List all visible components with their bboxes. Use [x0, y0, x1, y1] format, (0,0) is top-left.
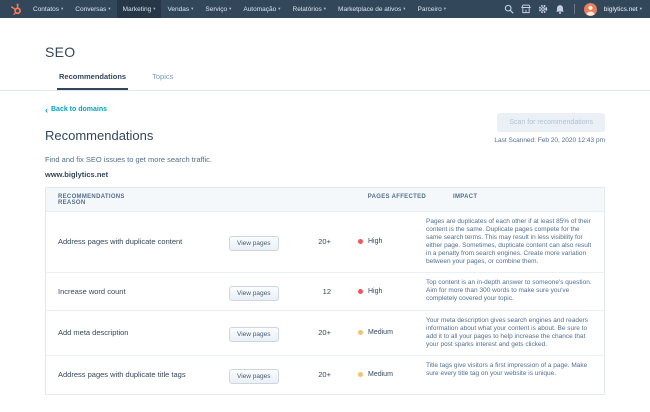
scanned-domain: www.biglytics.net	[45, 170, 605, 179]
pages-affected-value: 20+	[288, 370, 331, 379]
reason-text: Title tags give visitors a first impress…	[426, 356, 594, 384]
account-menu[interactable]: biglytics.net ▾	[604, 6, 642, 13]
nav-item-label: Marketing	[123, 6, 152, 13]
tabs-bar: Recommendations Topics	[0, 72, 650, 91]
account-name: biglytics.net	[604, 6, 638, 13]
impact-label: Medium	[368, 371, 393, 378]
marketplace-icon[interactable]	[521, 4, 531, 14]
chevron-left-icon: ‹	[45, 107, 48, 113]
avatar[interactable]	[584, 3, 597, 16]
view-pages-cell: View pages	[229, 323, 288, 342]
chevron-down-icon: ▾	[153, 6, 155, 12]
settings-icon[interactable]	[538, 4, 548, 14]
chevron-down-icon: ▾	[191, 6, 193, 12]
nav-item-serviço[interactable]: Serviço▾	[199, 0, 237, 18]
chevron-down-icon: ▾	[229, 6, 231, 12]
nav-item-conversas[interactable]: Conversas▾	[69, 0, 116, 18]
nav-utilities: biglytics.net ▾	[504, 0, 642, 18]
impact-cell: Medium	[331, 371, 426, 378]
reason-text: Your meta description gives search engin…	[426, 311, 594, 355]
nav-item-label: Parceiro	[418, 6, 442, 13]
nav-item-label: Serviço	[205, 6, 227, 13]
last-scanned-text: Last Scanned: Feb 20, 2020 12:43 pm	[494, 137, 605, 144]
view-pages-button[interactable]: View pages	[229, 236, 279, 251]
scan-area: Scan for recommendations Last Scanned: F…	[494, 113, 605, 144]
table-body: Address pages with duplicate content Vie…	[46, 212, 604, 394]
impact-cell: Medium	[331, 329, 426, 336]
view-pages-cell: View pages	[229, 232, 288, 251]
impact-dot	[358, 239, 363, 244]
top-navbar: Contatos▾ Conversas▾ Marketing▾ Vendas▾ …	[0, 0, 650, 18]
nav-item-label: Contatos	[33, 6, 59, 13]
nav-item-vendas[interactable]: Vendas▾	[161, 0, 199, 18]
chevron-down-icon: ▾	[324, 6, 326, 12]
sprocket-icon	[10, 3, 23, 16]
tabs: Recommendations Topics	[57, 72, 650, 90]
chevron-down-icon: ▾	[278, 6, 280, 12]
nav-item-automação[interactable]: Automação▾	[237, 0, 286, 18]
chevron-down-icon: ▾	[444, 6, 446, 12]
impact-cell: High	[331, 288, 426, 295]
back-link-label: Back to domains	[51, 106, 107, 113]
nav-divider	[574, 4, 575, 14]
notifications-icon[interactable]	[555, 4, 565, 15]
nav-item-label: Marketplace de ativos	[338, 6, 401, 13]
impact-dot	[358, 330, 363, 335]
chevron-down-icon: ▾	[108, 6, 110, 12]
column-header-pages-affected: PAGES AFFECTED	[229, 194, 426, 200]
nav-item-relatórios[interactable]: Relatórios▾	[287, 0, 333, 18]
table-row: Add meta description View pages 20+ Medi…	[46, 311, 604, 356]
impact-cell: High	[331, 238, 426, 245]
tab-recommendations[interactable]: Recommendations	[57, 72, 128, 90]
nav-item-label: Conversas	[75, 6, 106, 13]
chevron-down-icon: ▾	[640, 6, 642, 12]
recommendation-label: Address pages with duplicate title tags	[58, 370, 229, 379]
impact-label: High	[368, 288, 382, 295]
view-pages-button[interactable]: View pages	[229, 327, 279, 342]
table-row: Address pages with duplicate title tags …	[46, 356, 604, 394]
table-row: Increase word count View pages 12 High T…	[46, 273, 604, 311]
impact-dot	[358, 372, 363, 377]
reason-text: Top content is an in-depth answer to som…	[426, 273, 594, 309]
impact-label: High	[368, 238, 382, 245]
pages-affected-value: 20+	[288, 237, 331, 246]
recommendations-table: RECOMMENDATIONS PAGES AFFECTED IMPACT RE…	[45, 187, 605, 395]
view-pages-button[interactable]: View pages	[229, 286, 279, 301]
main-nav: Contatos▾ Conversas▾ Marketing▾ Vendas▾ …	[27, 0, 452, 18]
nav-item-parceiro[interactable]: Parceiro▾	[412, 0, 452, 18]
nav-item-contatos[interactable]: Contatos▾	[27, 0, 69, 18]
chevron-down-icon: ▾	[61, 6, 63, 12]
column-header-impact: IMPACT	[426, 194, 594, 200]
impact-dot	[358, 289, 363, 294]
pages-affected-value: 12	[288, 287, 331, 296]
page-title: SEO	[45, 44, 605, 60]
chevron-down-icon: ▾	[403, 6, 405, 12]
search-icon[interactable]	[504, 4, 514, 14]
scan-for-recommendations-button[interactable]: Scan for recommendations	[497, 113, 605, 132]
reason-text: Pages are duplicates of each other if at…	[426, 212, 594, 272]
table-header: RECOMMENDATIONS PAGES AFFECTED IMPACT RE…	[46, 188, 604, 212]
view-pages-button[interactable]: View pages	[229, 369, 279, 384]
nav-item-label: Vendas	[167, 6, 189, 13]
view-pages-cell: View pages	[229, 282, 288, 301]
nav-item-label: Automação	[243, 6, 276, 13]
nav-item-marketing[interactable]: Marketing▾	[117, 0, 162, 18]
recommendation-label: Address pages with duplicate content	[58, 237, 229, 246]
tab-topics[interactable]: Topics	[150, 72, 175, 90]
hubspot-logo[interactable]	[6, 0, 27, 18]
pages-affected-value: 20+	[288, 328, 331, 337]
back-to-domains-link[interactable]: ‹ Back to domains	[45, 106, 107, 113]
section-subtitle: Find and fix SEO issues to get more sear…	[45, 155, 605, 164]
nav-item-label: Relatórios	[293, 6, 322, 13]
view-pages-cell: View pages	[229, 365, 288, 384]
column-header-reason: REASON	[58, 200, 229, 206]
impact-label: Medium	[368, 329, 393, 336]
recommendation-label: Increase word count	[58, 287, 229, 296]
table-row: Address pages with duplicate content Vie…	[46, 212, 604, 273]
recommendation-label: Add meta description	[58, 328, 229, 337]
nav-item-marketplace-de-ativos[interactable]: Marketplace de ativos▾	[332, 0, 412, 18]
